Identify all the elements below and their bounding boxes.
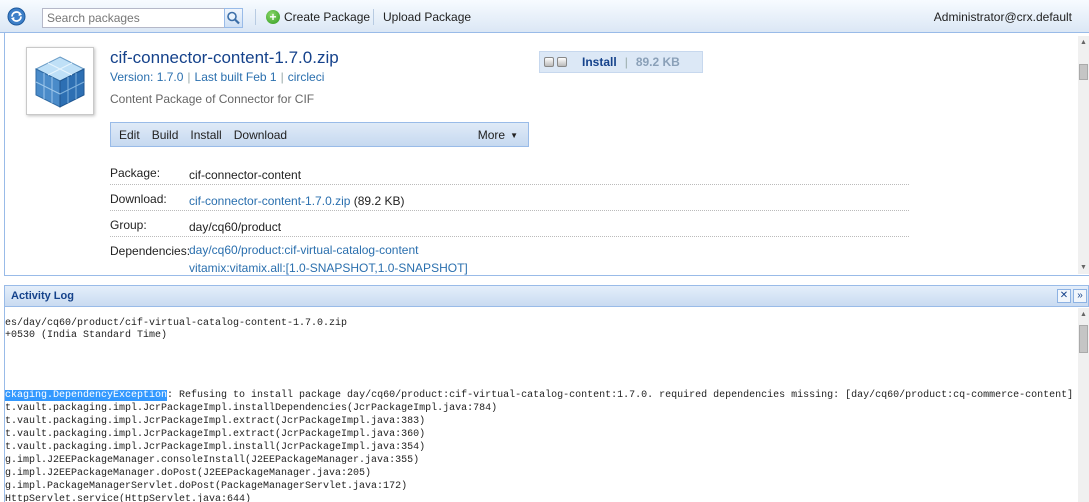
search-input[interactable] xyxy=(42,8,226,28)
search-icon xyxy=(227,11,240,25)
package-version: Version: 1.7.0 xyxy=(110,70,184,84)
property-label: Group: xyxy=(110,218,147,232)
log-line: t.vault.packaging.impl.JcrPackageImpl.ex… xyxy=(5,429,426,440)
package-last-built: Last built Feb 1 xyxy=(194,70,277,84)
log-line: ckaging.DependencyException: Refusing to… xyxy=(5,390,1074,401)
property-row: Package: cif-connector-content xyxy=(110,159,909,185)
toolbar-separator xyxy=(373,9,374,25)
edit-button[interactable]: Edit xyxy=(113,128,146,142)
selected-text: ckaging.DependencyException xyxy=(5,390,168,401)
package-thumbnail xyxy=(26,47,94,115)
log-line: HttpServlet.service(HttpServlet.java:644… xyxy=(5,494,252,502)
group-value: day/cq60/product xyxy=(189,220,282,234)
log-line: t.vault.packaging.impl.JcrPackageImpl.ex… xyxy=(5,416,426,427)
package-icon xyxy=(544,57,554,67)
activity-log-body: es/day/cq60/product/cif-virtual-catalog-… xyxy=(4,307,1089,502)
user-menu[interactable]: Administrator@crx.default xyxy=(934,10,1072,24)
log-line: t.vault.packaging.impl.JcrPackageImpl.in… xyxy=(5,403,498,414)
package-builder: circleci xyxy=(287,70,325,84)
activity-log-header: Activity Log ✕ » xyxy=(4,285,1089,307)
package-actions-toolbar: Edit Build Install Download More ▼ xyxy=(110,122,529,147)
dependency-link[interactable]: vitamix:vitamix.all:[1.0-SNAPSHOT,1.0-SN… xyxy=(189,259,468,275)
package-meta: Version: 1.7.0 | Last built Feb 1 | circleci xyxy=(110,70,325,84)
create-package-button[interactable]: + Create Package xyxy=(266,9,370,25)
download-size: (89.2 KB) xyxy=(353,194,405,208)
log-line: g.impl.J2EEPackageManager.doPost(J2EEPac… xyxy=(5,468,372,479)
more-menu-button[interactable]: More ▼ xyxy=(478,128,518,142)
log-line: g.impl.PackageManagerServlet.doPost(Pack… xyxy=(5,481,408,492)
log-line: t.vault.packaging.impl.JcrPackageImpl.in… xyxy=(5,442,426,453)
property-row: Dependencies: day/cq60/product:cif-virtu… xyxy=(110,237,909,275)
build-button[interactable]: Build xyxy=(146,128,185,142)
scroll-down-icon[interactable]: ▼ xyxy=(1079,263,1088,272)
toolbar-separator xyxy=(255,9,256,25)
package-description: Content Package of Connector for CIF xyxy=(110,92,315,106)
install-summary: Install | 89.2 KB xyxy=(539,51,703,73)
property-row: Group: day/cq60/product xyxy=(110,211,909,237)
package-icon xyxy=(557,57,567,67)
dependency-link[interactable]: day/cq60/product:cif-virtual-catalog-con… xyxy=(189,241,468,259)
property-label: Package: xyxy=(110,166,161,180)
log-line: +0530 (India Standard Time) xyxy=(5,330,168,341)
plus-icon: + xyxy=(266,10,280,24)
install-size: 89.2 KB xyxy=(635,55,680,69)
refresh-icon[interactable] xyxy=(7,7,26,26)
upload-package-button[interactable]: Upload Package xyxy=(383,10,471,24)
download-button[interactable]: Download xyxy=(228,128,293,142)
property-value: cif-connector-content xyxy=(189,168,302,182)
property-label: Dependencies: xyxy=(110,244,191,258)
search-button[interactable] xyxy=(224,8,243,28)
package-cube-icon xyxy=(34,56,86,108)
scroll-up-icon[interactable]: ▲ xyxy=(1079,310,1088,319)
log-line: g.impl.J2EEPackageManager.consoleInstall… xyxy=(5,455,420,466)
property-label: Download: xyxy=(110,192,167,206)
activity-log-title: Activity Log xyxy=(11,290,74,302)
clear-log-icon[interactable]: ✕ xyxy=(1057,289,1071,303)
download-link[interactable]: cif-connector-content-1.7.0.zip xyxy=(189,194,350,208)
package-title[interactable]: cif-connector-content-1.7.0.zip xyxy=(110,48,339,68)
package-detail-pane: cif-connector-content-1.7.0.zip Version:… xyxy=(4,33,1089,276)
install-link[interactable]: Install xyxy=(582,55,617,69)
log-scrollbar-thumb[interactable] xyxy=(1079,325,1088,353)
top-toolbar: + Create Package Upload Package Administ… xyxy=(0,0,1089,33)
scroll-up-icon[interactable]: ▲ xyxy=(1079,38,1088,47)
package-properties: Package: cif-connector-content Download:… xyxy=(110,159,909,275)
collapse-icon[interactable]: » xyxy=(1073,289,1087,303)
install-button[interactable]: Install xyxy=(184,128,227,142)
caret-down-icon: ▼ xyxy=(510,131,518,140)
log-line: es/day/cq60/product/cif-virtual-catalog-… xyxy=(5,318,348,329)
pane-scrollbar-thumb[interactable] xyxy=(1079,64,1088,80)
property-row: Download: cif-connector-content-1.7.0.zi… xyxy=(110,185,909,211)
create-package-label: Create Package xyxy=(284,10,371,24)
